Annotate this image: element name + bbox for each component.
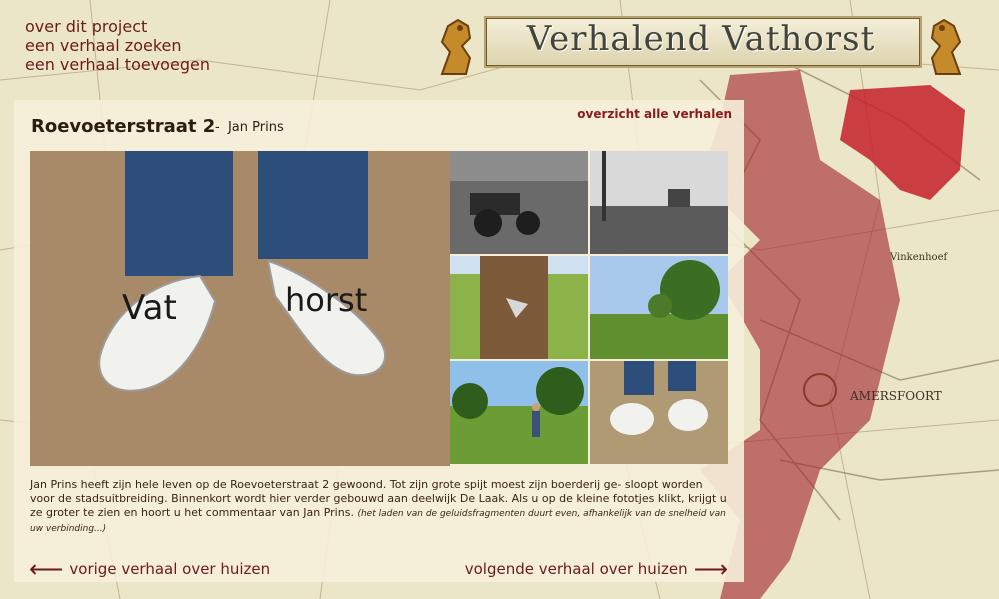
next-story-label: volgende verhaal over huizen	[464, 560, 688, 578]
site-logo: Verhalend Vathorst	[432, 10, 970, 86]
add-story-link[interactable]: een verhaal toevoegen	[25, 55, 210, 74]
story-description: Jan Prins heeft zijn hele leven op de Ro…	[30, 478, 730, 536]
story-author: Jan Prins	[227, 120, 284, 135]
title-separator: -	[215, 120, 220, 135]
thumbnail-clogs-small[interactable]	[590, 361, 728, 464]
thumbnail-field-trees[interactable]	[590, 256, 728, 359]
previous-story-label: vorige verhaal over huizen	[69, 560, 271, 578]
story-title: Roevoeterstraat 2	[31, 116, 216, 137]
thumbnail-tree-trunk[interactable]	[450, 256, 588, 359]
story-panel: Roevoeterstraat 2 - Jan Prins overzicht …	[14, 100, 744, 582]
previous-story-link[interactable]: ⟵ vorige verhaal over huizen	[23, 555, 271, 583]
thumbnail-meadow-man[interactable]	[450, 361, 588, 464]
about-project-link[interactable]: over dit project	[25, 17, 210, 36]
arrow-right-icon: ⟶	[693, 555, 728, 583]
overview-all-stories-link[interactable]: overzicht alle verhalen	[577, 107, 732, 121]
search-story-link[interactable]: een verhaal zoeken	[25, 36, 210, 55]
top-navigation: over dit project een verhaal zoeken een …	[25, 17, 210, 74]
main-photo-clogs: Vat horst	[30, 151, 450, 466]
arrow-left-icon: ⟵	[29, 555, 64, 583]
clog-text-right: horst	[285, 281, 367, 319]
svg-text:Vinkenhoef: Vinkenhoef	[889, 252, 948, 263]
thumbnail-tractor[interactable]	[450, 151, 588, 254]
site-title: Verhalend Vathorst	[526, 19, 876, 59]
story-author-line: - Jan Prins	[215, 120, 284, 135]
thumbnail-farmyard[interactable]	[590, 151, 728, 254]
lion-right-icon	[930, 18, 962, 75]
clog-text-left: Vat	[122, 288, 177, 328]
svg-text:AMERSFOORT: AMERSFOORT	[849, 389, 942, 403]
next-story-link[interactable]: volgende verhaal over huizen ⟶	[464, 555, 734, 583]
lion-left-icon	[440, 18, 472, 75]
